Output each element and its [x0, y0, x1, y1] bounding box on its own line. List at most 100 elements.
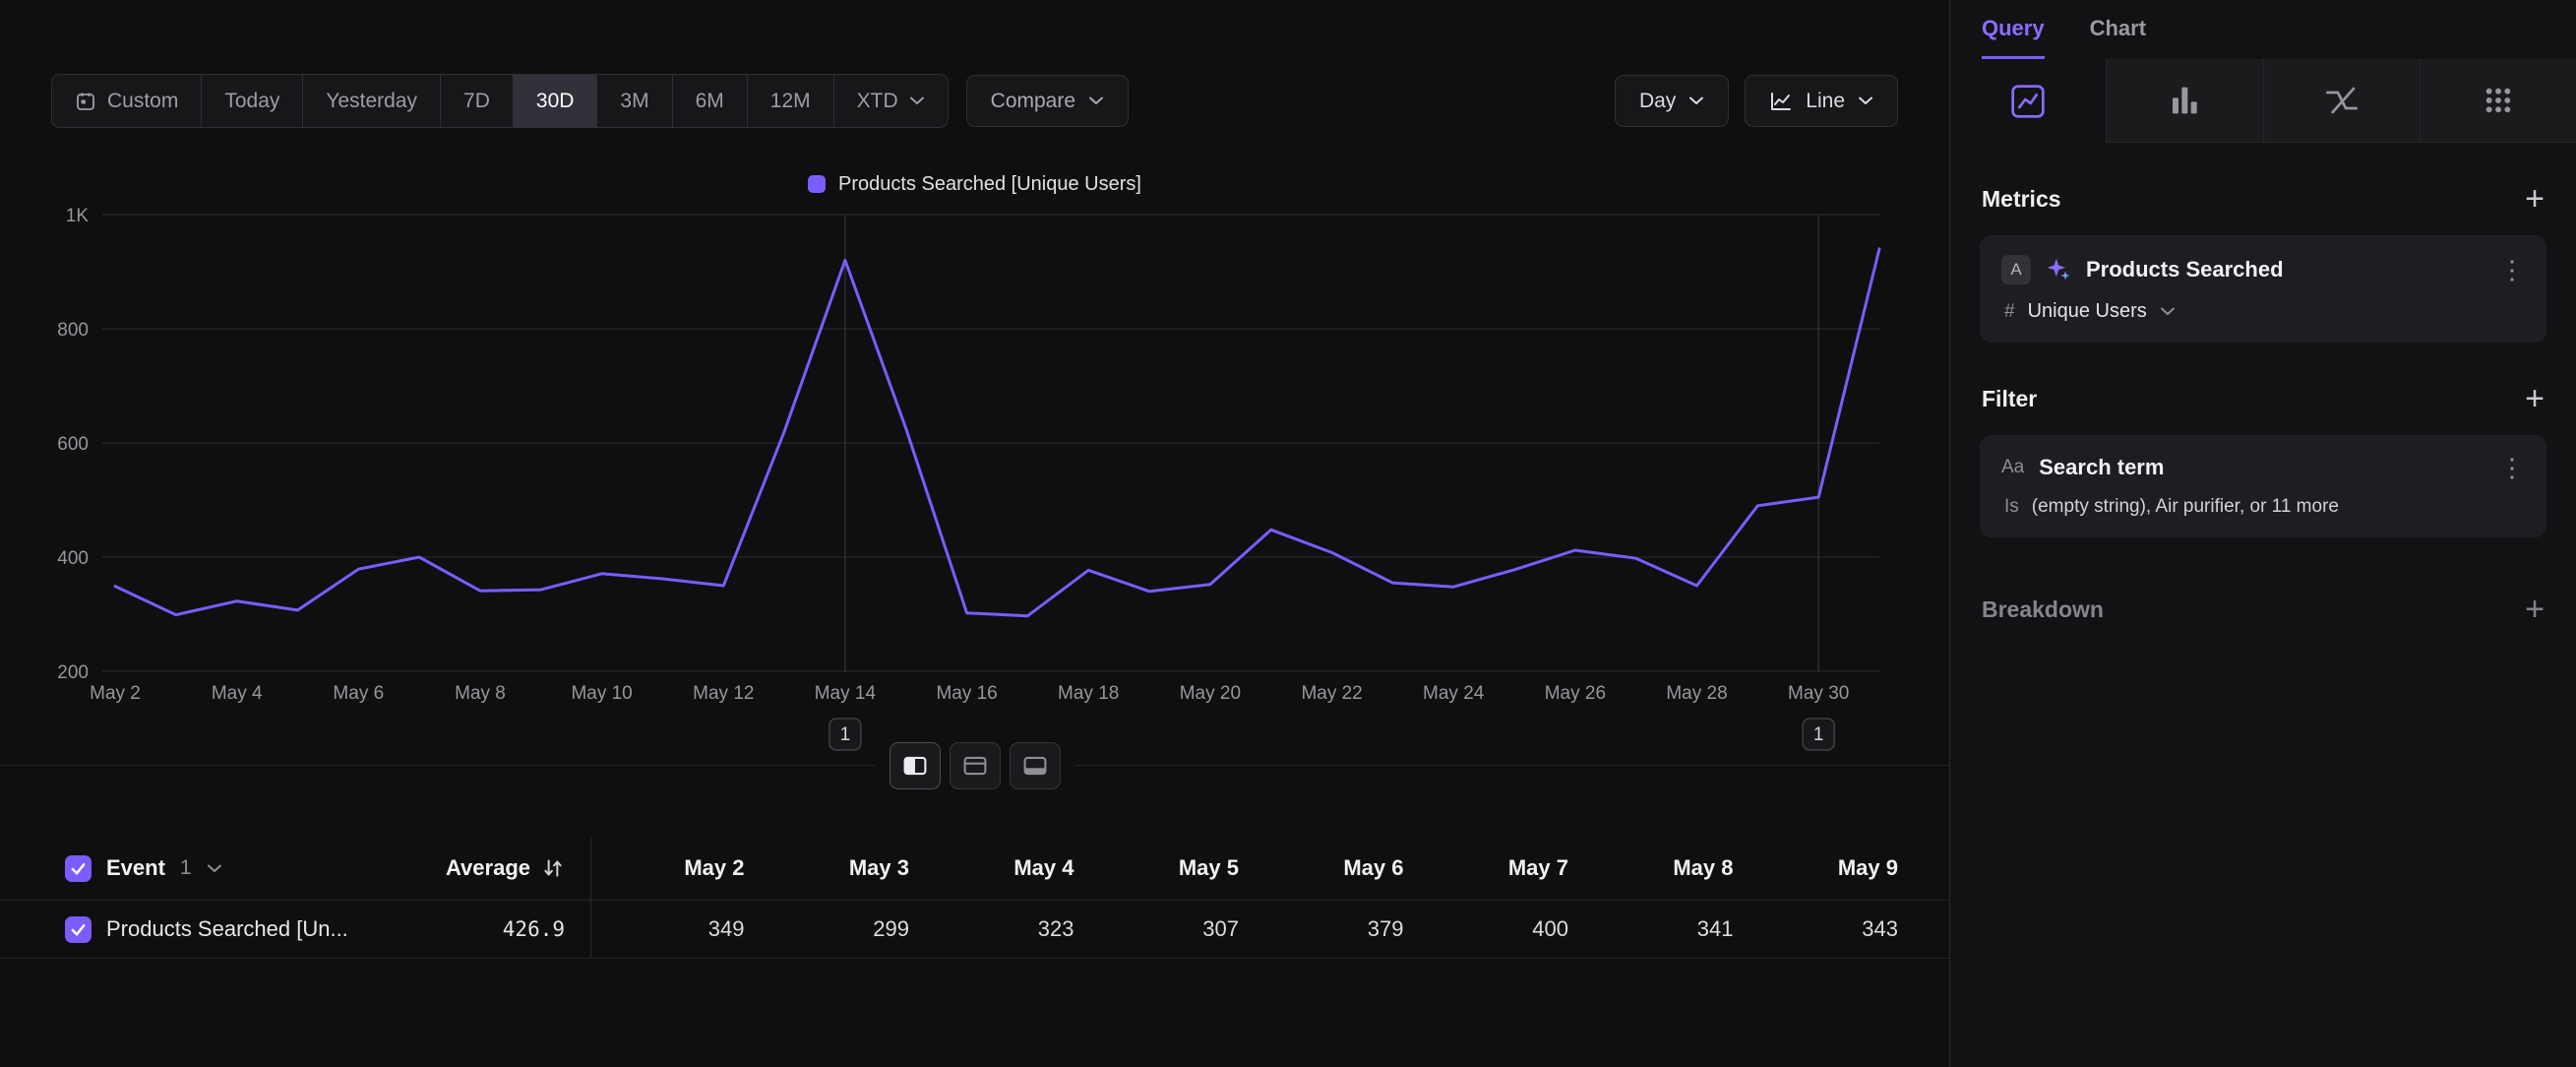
x-tick-label: May 6 — [333, 683, 384, 704]
select-all-checkbox[interactable] — [65, 855, 92, 882]
range-label: Custom — [107, 90, 178, 113]
date-column-header: May 8 — [1580, 855, 1746, 881]
granularity-label: Day — [1639, 90, 1676, 113]
x-tick-label: May 20 — [1180, 683, 1241, 704]
cell-value: 323 — [921, 916, 1086, 942]
annotation-marker[interactable]: 1 — [1803, 719, 1834, 750]
date-range-group: Custom Today Yesterday 7D 30D3M6M 12M XTD — [51, 74, 949, 128]
cell-value: 400 — [1416, 916, 1581, 942]
chevron-down-icon — [1688, 96, 1704, 105]
average-header-label: Average — [446, 855, 530, 881]
cell-value: 349 — [591, 916, 757, 942]
range-label: 12M — [770, 90, 811, 113]
tab-bar-chart[interactable] — [2106, 59, 2262, 143]
compare-button[interactable]: Compare — [966, 75, 1129, 127]
filter-card-row: Aa Search term ⋮ — [2001, 455, 2525, 480]
range-label: Yesterday — [326, 90, 417, 113]
range-xtd-button[interactable]: XTD — [834, 75, 948, 127]
cell-value: 341 — [1580, 916, 1746, 942]
chart-legend: Products Searched [Unique Users] — [0, 171, 1949, 197]
layout-toggle-group — [876, 742, 1074, 789]
toolbar: Custom Today Yesterday 7D 30D3M6M 12M XTD Comp… — [51, 74, 1898, 128]
x-tick-label: May 8 — [455, 683, 506, 704]
insights-chart-icon — [2008, 82, 2048, 121]
layout-split-top-button[interactable] — [950, 742, 1001, 789]
range-label: Today — [224, 90, 279, 113]
x-tick-label: May 16 — [936, 683, 997, 704]
svg-text:1: 1 — [1813, 724, 1824, 745]
bar-chart-icon — [2165, 81, 2204, 120]
legend-swatch — [808, 175, 826, 193]
layout-split-bottom-button[interactable] — [1010, 742, 1061, 789]
layout-split-left-button[interactable] — [889, 742, 941, 789]
average-value: 426.9 — [503, 917, 565, 941]
line-chart-icon — [1769, 90, 1793, 113]
cell-value: 299 — [757, 916, 922, 942]
filter-condition-row[interactable]: Is (empty string), Air purifier, or 11 m… — [2001, 496, 2525, 518]
metrics-section-header: Metrics + — [1950, 182, 2576, 216]
x-tick-label: May 26 — [1545, 683, 1606, 704]
sparkle-icon — [2046, 257, 2071, 282]
date-column-header: May 3 — [757, 855, 922, 881]
add-metric-button[interactable]: + — [2525, 182, 2545, 216]
annotation-marker[interactable]: 1 — [829, 719, 861, 750]
x-tick-label: May 30 — [1788, 683, 1849, 704]
range-6m-button[interactable]: 6M — [673, 75, 748, 127]
granularity-button[interactable]: Day — [1615, 75, 1729, 127]
metrics-title: Metrics — [1982, 186, 2061, 213]
range-custom-button[interactable]: Custom — [52, 75, 202, 127]
tab-flows-chart[interactable] — [2263, 59, 2420, 143]
series-line[interactable] — [115, 249, 1879, 616]
metric-menu-button[interactable]: ⋮ — [2499, 257, 2525, 282]
row-event-cell: Products Searched [Un... — [65, 916, 394, 943]
filter-menu-button[interactable]: ⋮ — [2499, 455, 2525, 480]
range-7d-button[interactable]: 7D — [441, 75, 514, 127]
y-tick-label: 400 — [57, 548, 89, 569]
filter-section-header: Filter + — [1950, 382, 2576, 415]
row-checkbox[interactable] — [65, 916, 92, 943]
toolbar-right-group: Day Line — [1615, 75, 1898, 127]
range-30d-button[interactable]: 30D — [514, 75, 598, 127]
line-chart[interactable]: 1K80060040020011May 2May 4May 6May 8May … — [0, 199, 1948, 765]
date-column-header: May 9 — [1746, 855, 1911, 881]
date-column-header: May 7 — [1416, 855, 1581, 881]
range-yesterday-button[interactable]: Yesterday — [303, 75, 441, 127]
cell-value: 379 — [1251, 916, 1416, 942]
chart-table-divider — [0, 765, 1949, 766]
filter-card[interactable]: Aa Search term ⋮ Is (empty string), Air … — [1980, 435, 2546, 537]
y-tick-label: 600 — [57, 434, 89, 455]
tab-more-charts[interactable] — [2420, 59, 2576, 143]
aggregation-label: Unique Users — [2028, 300, 2147, 323]
legend-label: Products Searched [Unique Users] — [838, 173, 1141, 196]
sort-icon[interactable] — [541, 856, 565, 880]
date-column-header: May 6 — [1251, 855, 1416, 881]
average-header-cell[interactable]: Average — [394, 855, 590, 881]
add-filter-button[interactable]: + — [2525, 382, 2545, 415]
range-3m-button[interactable]: 3M — [597, 75, 672, 127]
add-breakdown-button[interactable]: + — [2525, 593, 2545, 626]
chevron-down-icon — [1858, 96, 1873, 105]
table-date-headers: May 2May 3May 4May 5May 6May 7May 8May 9 — [590, 837, 1949, 900]
metric-card-row: A Products Searched ⋮ — [2001, 255, 2525, 284]
tab-query[interactable]: Query — [1982, 0, 2045, 59]
date-column-header: May 5 — [1086, 855, 1252, 881]
date-column-header: May 2 — [591, 855, 757, 881]
event-count: 1 — [180, 856, 192, 880]
filter-title: Filter — [1982, 386, 2037, 412]
y-tick-label: 800 — [57, 320, 89, 341]
table-row[interactable]: Products Searched [Un... 426.9 349299323… — [0, 900, 1949, 959]
range-today-button[interactable]: Today — [202, 75, 303, 127]
x-tick-label: May 22 — [1301, 683, 1362, 704]
row-average-cell: 426.9 — [394, 917, 590, 941]
range-label: 7D — [463, 90, 490, 113]
tab-insights-chart[interactable] — [1950, 59, 2106, 143]
metric-aggregation-row[interactable]: # Unique Users — [2001, 300, 2525, 323]
range-12m-button[interactable]: 12M — [748, 75, 834, 127]
metric-card[interactable]: A Products Searched ⋮ # Unique Users — [1980, 235, 2546, 343]
chevron-down-icon[interactable] — [207, 864, 222, 873]
chart-type-button[interactable]: Line — [1745, 75, 1898, 127]
row-name: Products Searched [Un... — [106, 916, 348, 942]
y-tick-label: 200 — [57, 662, 89, 683]
main-panel: Custom Today Yesterday 7D 30D3M6M 12M XTD Comp… — [0, 0, 1949, 1067]
tab-chart[interactable]: Chart — [2090, 0, 2146, 59]
